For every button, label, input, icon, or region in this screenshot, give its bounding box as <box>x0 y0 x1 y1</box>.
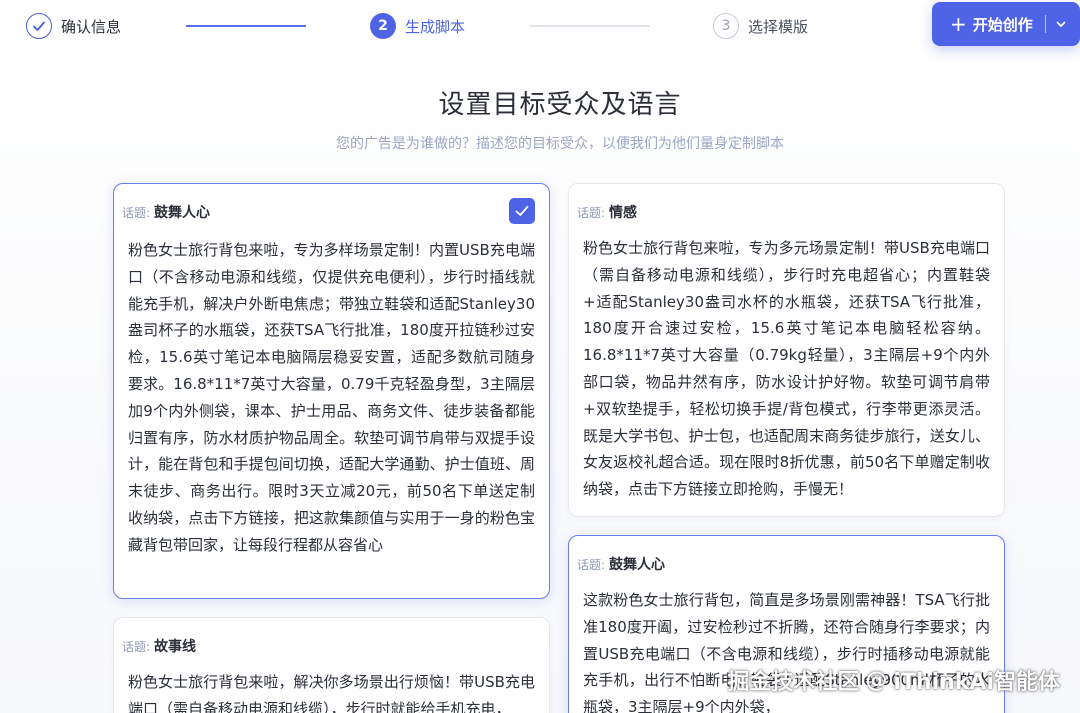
script-text: 粉色女士旅行背包来啦，解决你多场景出行烦恼！带USB充电端口（需自备移动电源和线… <box>128 673 535 713</box>
watermark-at: @ <box>865 667 888 693</box>
script-text: 粉色女士旅行背包来啦，专为多样场景定制！内置USB充电端口（不含移动电源和线缆，… <box>128 241 535 554</box>
topic-name: 情感 <box>609 205 638 221</box>
page-subtitle: 您的广告是为谁做的？描述您的目标受众，以便我们为他们量身定制脚本 <box>336 136 784 152</box>
watermark: 掘金技术社区 @ iThinkAi智能体 <box>727 664 1060 696</box>
check-icon <box>26 13 52 39</box>
page-title: 设置目标受众及语言 <box>438 90 682 120</box>
topic-name: 故事线 <box>154 639 197 655</box>
topic-name: 鼓舞人心 <box>154 205 211 221</box>
topic-tag: 话题: 鼓舞人心 <box>122 202 210 222</box>
script-text: 粉色女士旅行背包来啦，专为多元场景定制！带USB充电端口（需自备移动电源和线缆）… <box>583 239 990 499</box>
step-number: 2 <box>370 13 396 39</box>
topic-prefix: 话题: <box>577 206 606 220</box>
step-connector <box>186 25 306 27</box>
script-card[interactable]: 话题: 鼓舞人心 粉色女士旅行背包来啦，专为多样场景定制！内置USB充电端口（不… <box>113 183 550 599</box>
step-label: 确认信息 <box>61 17 122 36</box>
step-confirm-info[interactable]: 确认信息 <box>26 12 121 40</box>
script-card[interactable]: 话题: 故事线 粉色女士旅行背包来啦，解决你多场景出行烦恼！带USB充电端口（需… <box>113 617 550 713</box>
topic-name: 鼓舞人心 <box>609 557 666 573</box>
topic-prefix: 话题: <box>122 640 151 654</box>
step-generate-script[interactable]: 2 生成脚本 <box>370 12 465 40</box>
step-choose-template[interactable]: 3 选择模版 <box>713 12 808 40</box>
selected-checkbox[interactable] <box>509 198 535 224</box>
stepper: 确认信息 2 生成脚本 3 选择模版 <box>0 0 1080 52</box>
start-button-label: 开始创作 <box>972 15 1033 34</box>
plus-icon: + <box>950 12 967 36</box>
topic-tag: 话题: 故事线 <box>122 636 196 656</box>
button-divider <box>1044 15 1046 33</box>
topic-prefix: 话题: <box>577 558 606 572</box>
step-connector <box>530 25 650 27</box>
watermark-right: iThinkAi智能体 <box>893 670 1060 695</box>
step-number: 3 <box>713 13 739 39</box>
topic-tag: 话题: 情感 <box>577 202 637 222</box>
step-label: 选择模版 <box>748 17 809 36</box>
step-label: 生成脚本 <box>405 17 466 36</box>
start-creating-button[interactable]: + 开始创作 <box>932 2 1080 46</box>
topic-prefix: 话题: <box>122 206 151 220</box>
script-card[interactable]: 话题: 情感 粉色女士旅行背包来啦，专为多元场景定制！带USB充电端口（需自备移… <box>568 183 1005 517</box>
topic-tag: 话题: 鼓舞人心 <box>577 554 665 574</box>
chevron-down-icon[interactable] <box>1055 18 1067 30</box>
watermark-left: 掘金技术社区 <box>727 670 860 695</box>
